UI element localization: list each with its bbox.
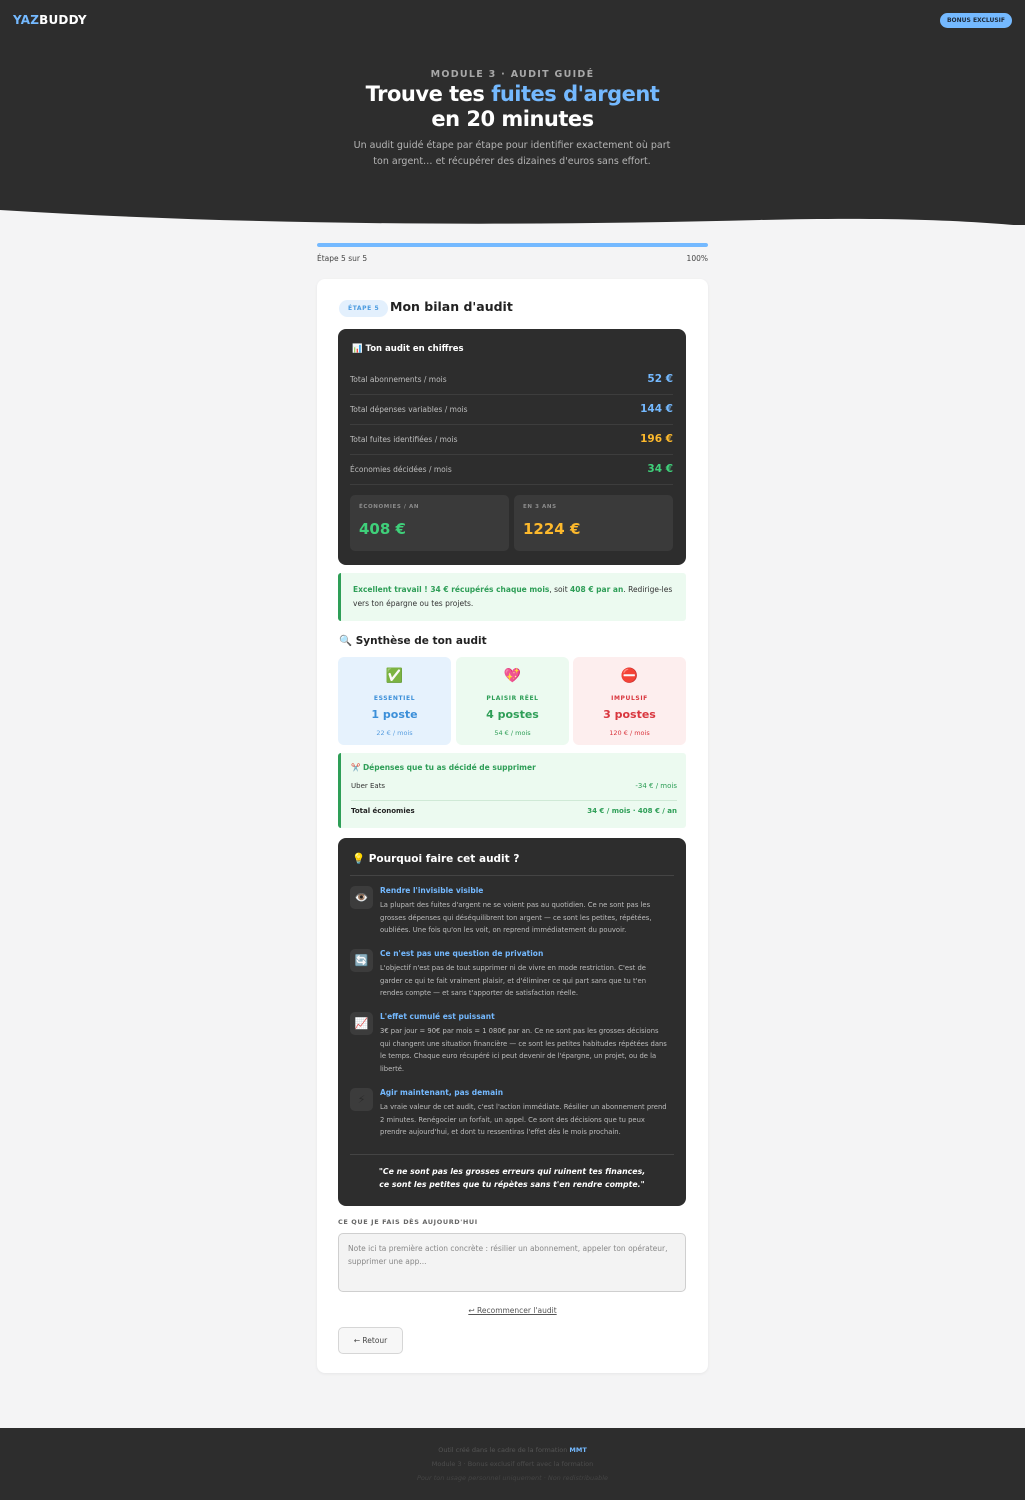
audit-figures-panel: 📊 Ton audit en chiffres Total abonnement…	[338, 329, 686, 565]
audit-card: ÉTAPE 5 Mon bilan d'audit 📊 Ton audit en…	[317, 279, 708, 1373]
total-savings-label: Total économies	[351, 807, 415, 815]
divider	[351, 800, 677, 801]
restart-audit-link[interactable]: ↩ Recommencer l'audit	[317, 1306, 708, 1315]
heart-icon: 💖	[503, 668, 522, 684]
page-title: Trouve tes fuites d'argent en 20 minutes	[365, 82, 660, 131]
figures-title: 📊 Ton audit en chiffres	[352, 344, 464, 354]
back-button[interactable]: ← Retour	[338, 1327, 403, 1354]
quote: "Ce ne sont pas les grosses erreurs qui …	[378, 1167, 646, 1189]
step-title: Mon bilan d'audit	[390, 299, 513, 314]
synthesis-title: 🔍 Synthèse de ton audit	[339, 635, 487, 647]
removed-expenses-panel: ✂️ Dépenses que tu as décidé de supprime…	[338, 753, 686, 828]
hero-subtitle: Un audit guidé étape par étape pour iden…	[353, 140, 671, 167]
three-year-savings-box: EN 3 ANS 1224 €	[514, 495, 673, 551]
success-message: Excellent travail ! 34 € récupérés chaqu…	[338, 573, 686, 621]
yearly-savings-box: ÉCONOMIES / AN 408 €	[350, 495, 509, 551]
figure-value: 144 €	[640, 403, 673, 415]
total-savings-value: 34 € / mois · 408 € / an	[587, 807, 677, 815]
tile-essentiel: ✅ ESSENTIEL 1 poste 22 € / mois	[338, 657, 451, 745]
box-value: 1224 €	[523, 520, 581, 538]
footer-module: Module 3 · Bonus exclusif offert avec la…	[431, 1460, 594, 1468]
step-badge: ÉTAPE 5	[339, 300, 389, 317]
footer-license: Pour ton usage personnel uniquement · No…	[416, 1474, 609, 1482]
figure-row: Total dépenses variables / mois 144 €	[350, 395, 673, 425]
divider	[350, 1154, 674, 1155]
chart-up-icon: 📈	[350, 1012, 373, 1035]
tile-plaisir-reel: 💖 PLAISIR RÉEL 4 postes 54 € / mois	[456, 657, 569, 745]
why-title: 💡 Pourquoi faire cet audit ?	[352, 853, 520, 865]
progress-step-label: Étape 5 sur 5	[317, 254, 368, 263]
removed-title: ✂️ Dépenses que tu as décidé de supprime…	[351, 763, 536, 772]
removed-item-label: Uber Eats	[351, 782, 386, 790]
progress-percent: 100%	[686, 254, 708, 263]
figure-row: Total fuites identifiées / mois 196 €	[350, 425, 673, 455]
check-icon: ✅	[385, 668, 404, 684]
divider	[350, 875, 674, 876]
footer: Outil créé dans le cadre de la formation…	[0, 1428, 1025, 1500]
figure-row: Économies décidées / mois 34 €	[350, 455, 673, 485]
removed-item-value: -34 € / mois	[635, 782, 677, 790]
progress-fill	[317, 243, 708, 247]
footer-credit: Outil créé dans le cadre de la formation…	[438, 1446, 587, 1454]
hero-eyebrow: MODULE 3 · AUDIT GUIDÉ	[430, 69, 595, 80]
eye-icon: 👁️	[350, 886, 373, 909]
wave-divider	[0, 210, 1025, 230]
figure-row: Total abonnements / mois 52 €	[350, 365, 673, 395]
figure-value: 34 €	[647, 463, 673, 475]
progress-bar	[317, 243, 708, 247]
lightning-icon: ⚡	[350, 1088, 373, 1111]
why-panel: 💡 Pourquoi faire cet audit ? 👁️ Rendre l…	[338, 838, 686, 1206]
figure-value: 196 €	[640, 433, 673, 445]
bonus-badge: BONUS EXCLUSIF	[939, 13, 1012, 28]
brand-logo[interactable]: YAZBUDDY	[13, 13, 87, 27]
note-label: CE QUE JE FAIS DÈS AUJOURD'HUI	[338, 1218, 478, 1226]
repeat-icon: 🔄	[350, 949, 373, 972]
figure-value: 52 €	[647, 373, 673, 385]
hero-header: YAZBUDDY BONUS EXCLUSIF MODULE 3 · AUDIT…	[0, 0, 1025, 230]
box-value: 408 €	[359, 520, 406, 538]
no-entry-icon: ⛔	[620, 668, 639, 684]
action-note-textarea[interactable]	[338, 1233, 686, 1292]
tile-impulsif: ⛔ IMPULSIF 3 postes 120 € / mois	[573, 657, 686, 745]
